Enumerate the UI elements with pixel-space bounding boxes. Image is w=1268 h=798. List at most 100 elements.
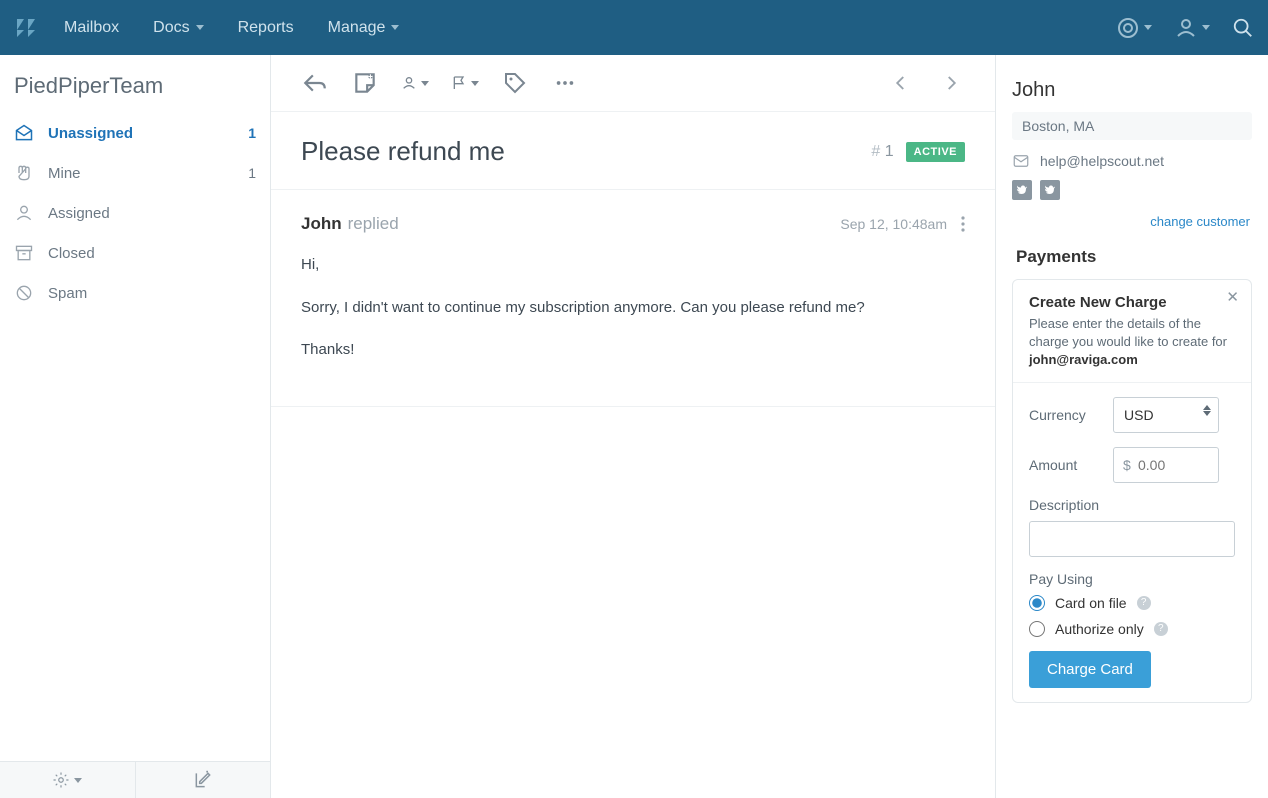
conversation-pane: Please refund me # 1 ACTIVE John replied… (271, 55, 996, 798)
chevron-left-icon (892, 74, 910, 92)
currency-select[interactable]: USD (1113, 397, 1219, 433)
radio-label: Authorize only (1055, 621, 1144, 637)
help-icon[interactable]: ? (1154, 622, 1168, 636)
twitter-link-2[interactable] (1040, 180, 1060, 200)
thread-menu-button[interactable] (961, 216, 965, 232)
folder-closed[interactable]: Closed (0, 233, 270, 273)
prev-conversation-button[interactable] (887, 69, 915, 97)
search-icon (1232, 17, 1254, 39)
team-name: PiedPiperTeam (0, 55, 270, 113)
nav-docs-label: Docs (153, 19, 189, 37)
folder-label: Unassigned (48, 125, 133, 142)
note-icon (352, 70, 378, 96)
reply-icon (302, 70, 328, 96)
assign-button[interactable] (401, 69, 429, 97)
chevron-down-icon (471, 81, 479, 86)
more-vertical-icon (961, 216, 965, 232)
nav-mailbox-label: Mailbox (64, 19, 119, 37)
close-button[interactable]: ✕ (1226, 288, 1239, 306)
thread-action: replied (348, 214, 399, 234)
customer-panel: John Boston, MA help@helpscout.net chang… (996, 55, 1268, 798)
dollar-icon: $ (1123, 457, 1131, 473)
chevron-down-icon (196, 25, 204, 30)
authorize-only-option[interactable]: Authorize only ? (1029, 621, 1235, 637)
folder-label: Mine (48, 165, 81, 182)
folder-count: 1 (248, 165, 256, 181)
hand-icon (14, 163, 34, 183)
conversation-subject: Please refund me (301, 136, 871, 167)
pay-using-label: Pay Using (1029, 571, 1235, 587)
nav-mailbox[interactable]: Mailbox (64, 19, 119, 37)
lifebuoy-icon (1116, 16, 1140, 40)
description-input[interactable] (1029, 521, 1235, 557)
thread-author: John (301, 214, 342, 234)
search-button[interactable] (1232, 17, 1254, 39)
payments-section-title: Payments (1012, 247, 1252, 267)
archive-icon (14, 243, 34, 263)
top-nav: Mailbox Docs Reports Manage (0, 0, 1268, 55)
help-menu[interactable] (1116, 16, 1152, 40)
tag-button[interactable] (501, 69, 529, 97)
nav-manage-label: Manage (328, 19, 386, 37)
status-button[interactable] (451, 69, 479, 97)
folder-list: Unassigned 1 Mine 1 Assigned Closed Spam (0, 113, 270, 761)
help-icon[interactable]: ? (1137, 596, 1151, 610)
charge-body: Currency USD Amount $ (1013, 383, 1251, 702)
subject-row: Please refund me # 1 ACTIVE (271, 112, 995, 190)
user-outline-icon (14, 203, 34, 223)
flag-icon (451, 72, 467, 94)
compose-icon (193, 770, 213, 790)
chevron-right-icon (942, 74, 960, 92)
body-line: Sorry, I didn't want to continue my subs… (301, 297, 965, 320)
nav-docs[interactable]: Docs (153, 19, 203, 37)
twitter-icon (1044, 184, 1056, 196)
chevron-down-icon (1144, 25, 1152, 30)
description-label: Description (1029, 497, 1235, 513)
chevron-down-icon (421, 81, 429, 86)
customer-location: Boston, MA (1012, 112, 1252, 140)
card-on-file-radio[interactable] (1029, 595, 1045, 611)
folder-spam[interactable]: Spam (0, 273, 270, 313)
nav-reports-label: Reports (238, 19, 294, 37)
folder-label: Assigned (48, 205, 110, 222)
charge-card-button[interactable]: Charge Card (1029, 651, 1151, 688)
tag-icon (503, 71, 527, 95)
nav-manage[interactable]: Manage (328, 19, 400, 37)
folder-assigned[interactable]: Assigned (0, 193, 270, 233)
radio-label: Card on file (1055, 595, 1127, 611)
status-badge: ACTIVE (906, 142, 965, 162)
gear-icon (52, 771, 70, 789)
new-conversation-button[interactable] (136, 762, 271, 798)
body-line: Hi, (301, 254, 965, 277)
nav-reports[interactable]: Reports (238, 19, 294, 37)
customer-name: John (1012, 79, 1252, 102)
customer-email-row: help@helpscout.net (1012, 152, 1252, 170)
change-customer-link[interactable]: change customer (1012, 214, 1252, 229)
note-button[interactable] (351, 69, 379, 97)
sidebar: PiedPiperTeam Unassigned 1 Mine 1 Assign… (0, 55, 271, 798)
card-on-file-option[interactable]: Card on file ? (1029, 595, 1235, 611)
conversation-number: # 1 (871, 143, 893, 161)
folder-unassigned[interactable]: Unassigned 1 (0, 113, 270, 153)
account-menu[interactable] (1174, 16, 1210, 40)
settings-button[interactable] (0, 762, 136, 798)
thread-body: Hi, Sorry, I didn't want to continue my … (301, 254, 965, 362)
main-layout: PiedPiperTeam Unassigned 1 Mine 1 Assign… (0, 55, 1268, 798)
twitter-link[interactable] (1012, 180, 1032, 200)
folder-mine[interactable]: Mine 1 (0, 153, 270, 193)
conversation-toolbar (271, 55, 995, 112)
authorize-only-radio[interactable] (1029, 621, 1045, 637)
folder-count: 1 (248, 125, 256, 141)
customer-email[interactable]: help@helpscout.net (1040, 153, 1164, 169)
thread-header: John replied Sep 12, 10:48am (301, 214, 965, 234)
charge-header: ✕ Create New Charge Please enter the det… (1013, 280, 1251, 383)
amount-label: Amount (1029, 457, 1113, 473)
thread-timestamp: Sep 12, 10:48am (840, 216, 947, 232)
reply-button[interactable] (301, 69, 329, 97)
social-links (1012, 180, 1252, 200)
more-button[interactable] (551, 69, 579, 97)
next-conversation-button[interactable] (937, 69, 965, 97)
user-assign-icon (401, 72, 417, 94)
envelope-open-icon (14, 123, 34, 143)
envelope-icon (1012, 152, 1030, 170)
